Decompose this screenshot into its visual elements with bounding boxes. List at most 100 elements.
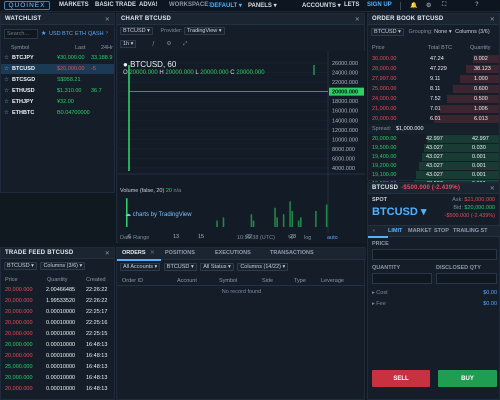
panels-menu[interactable]: PANELS ▾ — [248, 2, 277, 9]
tab-market[interactable]: MARKET — [408, 228, 432, 234]
tab-orders[interactable]: ORDERS — [122, 250, 146, 256]
volume-bar — [274, 207, 276, 227]
col-symbol[interactable]: Symbol — [11, 45, 29, 51]
status-filter[interactable]: All Status ▾ — [200, 263, 234, 271]
auto-scale-toggle[interactable]: auto — [327, 235, 338, 241]
watchlist-row[interactable]: ☆ ETHBTC B0.04700000 — [1, 108, 114, 118]
tab-executions[interactable]: EXECUTIONS — [215, 250, 251, 256]
col-side[interactable]: Side — [262, 278, 273, 284]
star-icon[interactable]: ☆ — [4, 99, 9, 105]
accounts-filter[interactable]: All Accounts ▾ — [120, 263, 161, 271]
star-icon[interactable]: ☆ — [4, 110, 9, 116]
bell-icon[interactable]: 🔔 — [410, 2, 417, 9]
settings-icon[interactable]: ⚙ — [167, 41, 172, 47]
tradefeed-columns-select[interactable]: Columns (3/6) ▾ — [40, 262, 86, 270]
close-icon[interactable]: ✕ — [490, 185, 495, 192]
bid-row[interactable]: 19,500.00 43.027 0.030 — [368, 144, 499, 153]
tab-transactions[interactable]: TRANSACTIONS — [270, 250, 314, 256]
star-icon[interactable]: ☆ — [4, 55, 9, 61]
workspace-select[interactable]: DEFAULT ▾ — [210, 2, 242, 9]
bid-row[interactable]: 20,000.00 42.997 42.997 — [368, 135, 499, 144]
close-icon[interactable]: ✕ — [105, 250, 110, 257]
tradefeed-symbol-select[interactable]: BTCUSD ▾ — [4, 262, 37, 270]
percent-scale-toggle[interactable]: % — [288, 235, 293, 241]
col-24hr[interactable]: 24Hr — [101, 45, 113, 51]
trade-symbol-select[interactable]: BTCUSD ▾ — [372, 205, 426, 218]
ask-row[interactable]: 30,000.00 47.24 0.002 — [368, 54, 499, 64]
interval-select[interactable]: 1h ▾ — [120, 40, 137, 48]
top-navigation-bar: QUOINEX MARKETS BASIC TRADE ADVA! WORKSP… — [0, 0, 500, 12]
col-last[interactable]: Last — [75, 45, 85, 51]
tab-trailing-stop[interactable]: TRAILING ST — [453, 228, 488, 234]
quoinex-logo[interactable]: QUOINEX — [4, 1, 50, 10]
watchlist-row[interactable]: ☆ BTCSGD S$958.21 — [1, 75, 114, 85]
columns-filter[interactable]: Columns (14/22) ▾ — [237, 263, 289, 271]
tabs-left-arrow[interactable]: ‹ — [373, 228, 375, 234]
chevron-right-icon[interactable]: › — [106, 30, 108, 36]
expand-icon[interactable]: ⤢ — [183, 41, 187, 47]
filter-usd[interactable]: USD — [49, 31, 61, 37]
col-account[interactable]: Account — [177, 278, 197, 284]
tab-limit[interactable]: LIMIT — [388, 228, 402, 234]
ask-row[interactable]: 25,000.00 8.11 0.600 — [368, 84, 499, 94]
provider-select[interactable]: TradingView ▾ — [184, 27, 225, 35]
watchlist-row[interactable]: ☆ BTCUSD $20,000.00 -5 — [1, 64, 114, 74]
ask-price: 24,000.00 — [372, 96, 397, 102]
sign-up-link[interactable]: SIGN UP — [367, 2, 392, 8]
orderbook-columns-select[interactable]: Columns (3/6) — [455, 29, 490, 35]
ask-row[interactable]: 21,000.00 7.01 1.006 — [368, 104, 499, 114]
disclosed-qty-input[interactable] — [436, 273, 497, 284]
menu-markets[interactable]: MARKETS — [59, 2, 89, 8]
grouping-select[interactable]: None ▾ — [434, 29, 451, 35]
close-icon[interactable]: ✕ — [490, 16, 495, 23]
chart-symbol-value: BTCUSD — [123, 28, 146, 34]
star-icon[interactable]: ☆ — [4, 66, 9, 72]
ask-row[interactable]: 28,000.00 47.229 38.123 — [368, 64, 499, 74]
close-icon[interactable]: ✕ — [355, 16, 360, 23]
tab-positions[interactable]: POSITIONS — [165, 250, 195, 256]
accounts-menu[interactable]: ACCOUNTS ▾ — [302, 2, 341, 9]
chart-symbol-select[interactable]: BTCUSD ▾ — [120, 27, 153, 35]
fullscreen-icon[interactable]: ⛶ — [442, 2, 446, 9]
star-icon[interactable]: ☆ — [4, 88, 9, 94]
buy-button[interactable]: BUY — [438, 370, 497, 387]
bid-row[interactable]: 19,200.00 43.027 0.001 — [368, 162, 499, 171]
ask-row[interactable]: 20,000.00 6.01 6.013 — [368, 114, 499, 124]
orderbook-symbol-select[interactable]: BTCUSD ▾ — [371, 28, 404, 36]
star-icon[interactable]: ☆ — [4, 77, 9, 83]
help-icon[interactable]: ? — [475, 2, 479, 8]
col-leverage[interactable]: Leverage — [321, 278, 344, 284]
menu-basic-trade[interactable]: BASIC TRADE — [95, 2, 136, 8]
star-icon[interactable]: ★ — [41, 30, 46, 37]
log-scale-toggle[interactable]: log — [304, 235, 311, 241]
quantity-input[interactable] — [372, 273, 432, 284]
lets-link[interactable]: LETS — [344, 2, 359, 8]
col-order-id[interactable]: Order ID — [122, 278, 143, 284]
filter-btc[interactable]: BTC — [62, 31, 73, 37]
fee-row[interactable]: ▸ Fee $0.00 — [372, 301, 497, 311]
cost-row[interactable]: ▸ Cost $0.00 — [372, 290, 497, 300]
gear-icon[interactable]: ⚙ — [426, 2, 431, 9]
menu-advanced[interactable]: ADVA! — [139, 2, 158, 8]
date-range-button[interactable]: Date Range — [120, 235, 149, 241]
trade-symbol: BTCUSD — [372, 206, 418, 218]
col-type[interactable]: Type — [294, 278, 306, 284]
close-icon[interactable]: ✕ — [105, 16, 110, 23]
symbol-filter[interactable]: BTCUSD ▾ — [163, 263, 197, 271]
bid-row[interactable]: 19,100.00 43.027 0.001 — [368, 171, 499, 180]
watchlist-row[interactable]: ☆ ETHUSD $1,310.00 36.7 — [1, 86, 114, 96]
col-symbol[interactable]: Symbol — [219, 278, 237, 284]
tab-stop[interactable]: STOP — [434, 228, 449, 234]
watchlist-row[interactable]: ☆ ETHJPY ¥32.00 — [1, 97, 114, 107]
ask-row[interactable]: 24,000.00 7.52 0.500 — [368, 94, 499, 104]
watchlist-row[interactable]: ☆ BTCJPY ¥30,000.00 33,188.9 — [1, 53, 114, 63]
filter-qash[interactable]: QASH — [88, 31, 104, 37]
sell-button[interactable]: SELL — [372, 370, 430, 387]
ask-row[interactable]: 27,997.00 9.11 1.000 — [368, 74, 499, 84]
grouping-label: Grouping: — [408, 29, 433, 35]
search-input[interactable] — [4, 29, 38, 39]
price-input[interactable] — [372, 249, 497, 260]
filter-eth[interactable]: ETH — [75, 31, 86, 37]
indicator-icon[interactable]: ƒ — [152, 41, 155, 47]
bid-row[interactable]: 19,400.00 43.027 0.001 — [368, 153, 499, 162]
